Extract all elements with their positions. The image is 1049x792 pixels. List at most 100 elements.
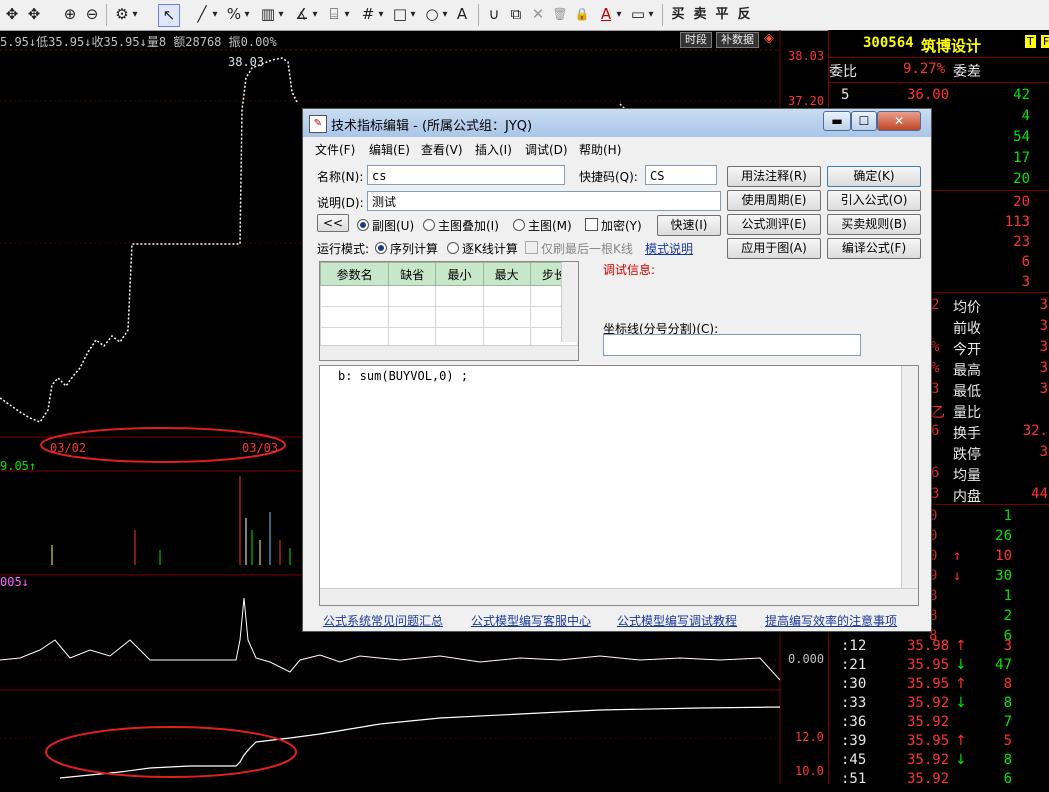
- action-button-0-1[interactable]: 确定(K): [827, 166, 921, 187]
- ruler-tool-icon[interactable]: ▥: [258, 4, 278, 25]
- radio-main-chart[interactable]: 主图(M): [513, 217, 572, 234]
- tick-price: 35.92: [907, 771, 950, 787]
- font-color-dropdown-icon[interactable]: ▾: [614, 4, 624, 25]
- table-hscrollbar[interactable]: [320, 345, 578, 360]
- last-only-checkbox: 仅刷最后一根K线: [525, 240, 633, 257]
- save-drawing-icon[interactable]: ▭: [628, 4, 648, 25]
- param-column-header[interactable]: 最大: [482, 262, 531, 286]
- radio-per-kline[interactable]: 逐K线计算: [447, 240, 518, 257]
- encrypt-checkbox[interactable]: 加密(Y): [585, 217, 642, 234]
- editor-hscrollbar[interactable]: [320, 588, 918, 605]
- action-button-1-1[interactable]: 引入公式(O): [827, 190, 921, 211]
- time-period-button[interactable]: 时段: [680, 32, 712, 48]
- settings-dropdown-icon[interactable]: ▾: [130, 4, 140, 25]
- action-button-3-1[interactable]: 编译公式(F): [827, 238, 921, 259]
- circle-dropdown-icon[interactable]: ▾: [440, 4, 450, 25]
- toolbar-separator: [662, 4, 663, 26]
- tutorial-link[interactable]: 公式模型编写调试教程: [617, 612, 737, 629]
- angle-dropdown-icon[interactable]: ▾: [310, 4, 320, 25]
- faq-link[interactable]: 公式系统常见问题汇总: [323, 612, 443, 629]
- formula-editor[interactable]: b: sum(BUYVOL,0) ;: [319, 365, 919, 606]
- fill-data-button[interactable]: 补数据: [716, 32, 759, 48]
- stock-code: 300564: [863, 35, 914, 51]
- menu-file[interactable]: 文件(F): [315, 141, 355, 158]
- trash-icon[interactable]: 🗑: [550, 4, 570, 25]
- desc-input[interactable]: 测试: [367, 191, 721, 211]
- price-info-line: 5.95↓低35.95↓收35.95↓量8 额28768 振0.00%: [0, 35, 277, 49]
- minimize-icon[interactable]: ▬: [823, 111, 851, 131]
- menu-edit[interactable]: 编辑(E): [369, 141, 410, 158]
- toolbar-item-0[interactable]: ✥: [2, 4, 22, 25]
- sell-button[interactable]: 卖: [690, 4, 710, 25]
- action-button-3-0[interactable]: 应用于图(A): [727, 238, 821, 259]
- stat-value: 3: [1039, 318, 1048, 334]
- action-button-1-0[interactable]: 使用周期(E): [727, 190, 821, 211]
- text-tool-icon[interactable]: A: [452, 4, 472, 25]
- rectangle-tool-icon[interactable]: □: [390, 4, 410, 25]
- close-icon[interactable]: ✕: [877, 111, 921, 131]
- radio-sub-chart[interactable]: 副图(U): [357, 217, 414, 234]
- radio-main-overlay[interactable]: 主图叠加(I): [423, 217, 499, 234]
- editor-vscrollbar[interactable]: [901, 366, 918, 588]
- stat-label: 最高: [953, 363, 981, 379]
- tips-link[interactable]: 提高编写效率的注意事项: [765, 612, 897, 629]
- table-vscrollbar[interactable]: [561, 262, 578, 342]
- menu-debug[interactable]: 调试(D): [525, 141, 568, 158]
- tick-price: 35.95: [907, 733, 950, 749]
- param-column-header[interactable]: 最小: [435, 262, 484, 286]
- buy-button[interactable]: 买: [668, 4, 688, 25]
- maximize-icon[interactable]: ☐: [851, 111, 877, 131]
- line-dropdown-icon[interactable]: ▾: [210, 4, 220, 25]
- grid-tool-icon[interactable]: #: [358, 4, 378, 25]
- circle-tool-icon[interactable]: ○: [422, 4, 442, 25]
- percent-dropdown-icon[interactable]: ▾: [242, 4, 252, 25]
- quick-button[interactable]: 快速(I): [657, 215, 721, 236]
- sell-volume: 17: [1013, 150, 1030, 166]
- mode-help-link[interactable]: 模式说明: [645, 240, 693, 257]
- menu-view[interactable]: 查看(V): [421, 141, 463, 158]
- param-column-header[interactable]: 缺省: [388, 262, 437, 286]
- formula-text[interactable]: b: sum(BUYVOL,0) ;: [338, 369, 468, 383]
- dialog-titlebar[interactable]: ✎ 技术指标编辑 - (所属公式组：JYQ) ▬ ☐ ✕: [303, 109, 931, 137]
- menu-help[interactable]: 帮助(H): [579, 141, 621, 158]
- zoom-in-icon[interactable]: ⊕: [60, 4, 80, 25]
- shortcut-input[interactable]: CS: [645, 165, 717, 185]
- channel-dropdown-icon[interactable]: ▾: [342, 4, 352, 25]
- action-button-0-0[interactable]: 用法注释(R): [727, 166, 821, 187]
- rectangle-dropdown-icon[interactable]: ▾: [408, 4, 418, 25]
- tick-volume: 26: [995, 528, 1012, 544]
- grid-dropdown-icon[interactable]: ▾: [376, 4, 386, 25]
- parameter-table[interactable]: 参数名 缺省 最小 最大 步长: [319, 261, 579, 361]
- cumulative-line: [59, 706, 781, 779]
- collapse-button[interactable]: <<: [317, 214, 349, 232]
- magnet-icon[interactable]: ∪: [484, 4, 504, 25]
- param-column-header[interactable]: 参数名: [319, 262, 390, 286]
- radio-sequence[interactable]: 序列计算: [375, 240, 438, 257]
- pan-icon[interactable]: ✥: [24, 4, 44, 25]
- angle-tool-icon[interactable]: ∡: [292, 4, 312, 25]
- pointer-tool-icon[interactable]: ↖: [158, 4, 180, 27]
- sell-volume: 54: [1013, 129, 1030, 145]
- line-tool-icon[interactable]: ╱: [192, 4, 212, 25]
- annotation-ellipse-line: [45, 726, 297, 778]
- font-color-icon[interactable]: A: [596, 4, 616, 25]
- channel-tool-icon[interactable]: ⌸: [324, 4, 344, 25]
- support-link[interactable]: 公式模型编写客服中心: [471, 612, 591, 629]
- save-drawing-dropdown-icon[interactable]: ▾: [646, 4, 656, 25]
- zoom-out-icon[interactable]: ⊖: [82, 4, 102, 25]
- action-button-2-0[interactable]: 公式测评(E): [727, 214, 821, 235]
- warning-icon[interactable]: ◈: [764, 32, 778, 46]
- axis-label-37: 37.20: [788, 94, 825, 108]
- menu-insert[interactable]: 插入(I): [475, 141, 512, 158]
- coord-line-input[interactable]: [603, 334, 861, 356]
- reverse-button[interactable]: 反: [734, 4, 754, 25]
- name-input[interactable]: cs: [367, 165, 565, 185]
- delete-x-icon[interactable]: ✕: [528, 4, 548, 25]
- copy-icon[interactable]: ⧉: [506, 4, 526, 25]
- action-button-2-1[interactable]: 买卖规则(B): [827, 214, 921, 235]
- lock-icon[interactable]: 🔒: [572, 4, 592, 25]
- close-position-button[interactable]: 平: [712, 4, 732, 25]
- percent-tool-icon[interactable]: %: [224, 4, 244, 25]
- settings-icon[interactable]: ⚙: [112, 4, 132, 25]
- ruler-dropdown-icon[interactable]: ▾: [276, 4, 286, 25]
